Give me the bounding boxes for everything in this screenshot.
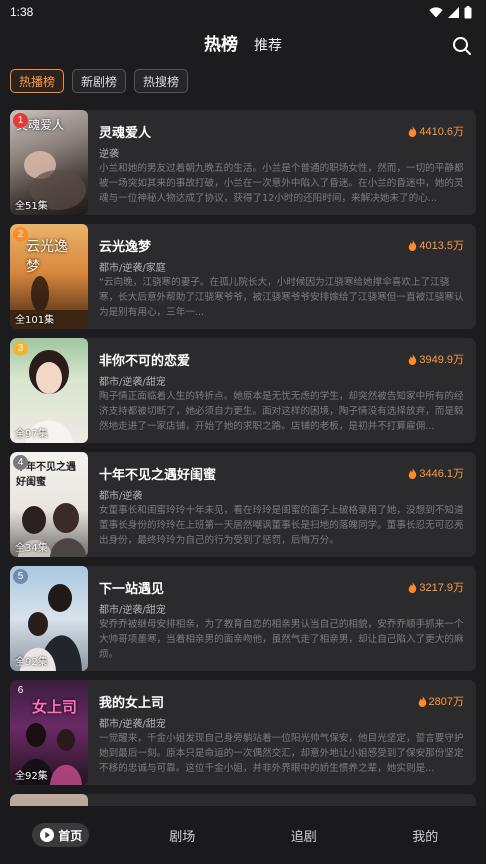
poster-title: 云光逸梦 — [26, 239, 68, 275]
rank-badge: 4 — [13, 455, 28, 470]
drama-poster[interactable] — [10, 794, 88, 806]
battery-icon — [464, 5, 472, 18]
heat-score: 4410.6万 — [408, 123, 464, 139]
heat-value: 3949.9万 — [419, 354, 464, 366]
drama-tags: 都市/逆袭/家庭 — [99, 263, 166, 274]
rank-badge: 1 — [13, 113, 28, 128]
nav-home[interactable]: 首页 — [0, 823, 122, 847]
nav-home-label: 首页 — [58, 828, 83, 843]
search-icon[interactable] — [452, 36, 472, 56]
episode-count: 全34集 — [15, 543, 48, 554]
status-bar: 1:38 — [0, 0, 486, 24]
nav-theater[interactable]: 剧场 — [122, 826, 244, 845]
flame-icon — [418, 695, 426, 707]
nav-following[interactable]: 追剧 — [243, 826, 365, 845]
drama-description: “云向晚，江骁寒的妻子。在孤儿院长大，小时候因为江骁寒给她撑伞喜欢上了江骁寒，长… — [99, 277, 464, 318]
drama-poster[interactable]: 5 全92集 — [10, 566, 88, 671]
drama-tags: 都市/逆袭/甜宠 — [99, 605, 166, 616]
heat-score: 3949.9万 — [408, 351, 464, 367]
play-circle-icon — [40, 828, 55, 842]
ranking-filter-chips: 热播榜 新剧榜 热搜榜 — [10, 69, 189, 93]
heat-value: 3446.1万 — [419, 468, 464, 480]
flame-icon — [409, 125, 417, 137]
heat-score: 3446.1万 — [408, 465, 464, 481]
tab-hot-list[interactable]: 热榜 — [204, 30, 238, 55]
cellular-signal-icon — [448, 6, 459, 18]
drama-title: 下一站遇见 — [99, 582, 165, 597]
rank-badge: 3 — [13, 341, 28, 356]
rank-badge: 6 — [17, 685, 24, 696]
poster-title: 女上司 — [32, 698, 78, 716]
drama-description: 安乔乔被继母安排相亲，为了教育自恋的相亲男认当自己的相貌，安乔乔顺手抓来一个大帅… — [99, 619, 464, 660]
drama-card[interactable]: 云光逸梦 2 全101集 云光逸梦 4013.5万 都市/逆袭/家庭 “云向晚，… — [10, 224, 476, 329]
nav-profile[interactable]: 我的 — [365, 826, 486, 845]
episode-count: 全97集 — [15, 429, 48, 440]
episode-count: 全101集 — [15, 315, 55, 326]
heat-score: 2807万 — [418, 693, 464, 709]
drama-title: 非你不可的恋爱 — [99, 354, 191, 369]
drama-tags: 都市/逆袭/甜宠 — [99, 377, 166, 388]
drama-card[interactable]: 十年不见之遇好闺蜜 4 全34集 十年不见之遇好闺蜜 3446.1万 都市/逆袭… — [10, 452, 476, 557]
drama-tags: 逆袭 — [99, 149, 119, 160]
drama-tags: 都市/逆袭/甜宠 — [99, 719, 166, 730]
chip-new-drama[interactable]: 新剧榜 — [72, 69, 127, 93]
bottom-navigation: 首页 剧场 追剧 我的 — [0, 806, 486, 864]
status-icons — [429, 5, 472, 19]
flame-icon — [409, 239, 417, 251]
drama-poster[interactable]: 灵魂爱人 1 全51集 — [10, 110, 88, 215]
heat-score: 4013.5万 — [408, 237, 464, 253]
drama-title: 灵魂爱人 — [99, 126, 152, 141]
heat-value: 4410.6万 — [419, 126, 464, 138]
status-time: 1:38 — [10, 5, 34, 19]
header-tabs: 热榜 推荐 — [0, 30, 486, 55]
drama-poster[interactable]: 云光逸梦 2 全101集 — [10, 224, 88, 329]
drama-description: 小兰和她的男友过着朝九晚五的生活。小兰是个普通的职场女性，然而，一切的平静都被一… — [99, 163, 464, 204]
drama-card[interactable] — [10, 794, 476, 806]
drama-ranking-list: 灵魂爱人 1 全51集 灵魂爱人 4410.6万 逆袭 小兰和她的男友过着朝九晚… — [0, 110, 486, 806]
drama-card[interactable]: 3 全97集 非你不可的恋爱 3949.9万 都市/逆袭/甜宠 陶子情正面临着人… — [10, 338, 476, 443]
rank-badge: 5 — [13, 569, 28, 584]
drama-poster[interactable]: 女上司 6 全92集 — [10, 680, 88, 785]
nav-home-pill[interactable]: 首页 — [32, 823, 90, 847]
heat-score: 3217.9万 — [408, 579, 464, 595]
drama-tags: 都市/逆袭 — [99, 491, 143, 502]
heat-value: 2807万 — [428, 696, 464, 708]
flame-icon — [409, 467, 417, 479]
drama-description: 女董事长和闺蜜玲玲十年未见，看在玲玲是闺蜜的面子上破格录用了她，没想到不知道董事… — [99, 505, 464, 546]
drama-title: 十年不见之遇好闺蜜 — [99, 468, 217, 483]
drama-card[interactable]: 女上司 6 全92集 我的女上司 2807万 都市/逆袭/甜宠 一觉醒来，千金小… — [10, 680, 476, 785]
drama-poster[interactable]: 3 全97集 — [10, 338, 88, 443]
tab-recommend[interactable]: 推荐 — [254, 35, 282, 55]
drama-card[interactable]: 灵魂爱人 1 全51集 灵魂爱人 4410.6万 逆袭 小兰和她的男友过着朝九晚… — [10, 110, 476, 215]
drama-title: 我的女上司 — [99, 696, 165, 711]
episode-count: 全51集 — [15, 201, 48, 212]
drama-description: 陶子情正面临着人生的转折点。她原本是无忧无虑的学生，却突然被告知家中所有的经济支… — [99, 391, 464, 432]
drama-description: 一觉醒来，千金小姐发现自己身旁躺站着一位阳光帅气保安，他目光坚定，誓言要守护她到… — [99, 733, 464, 774]
drama-title: 云光逸梦 — [99, 240, 152, 255]
rank-badge: 2 — [13, 227, 28, 242]
episode-count: 全92集 — [15, 771, 48, 782]
episode-count: 全92集 — [15, 657, 48, 668]
heat-value: 4013.5万 — [419, 240, 464, 252]
chip-hot-search[interactable]: 热搜榜 — [134, 69, 189, 93]
drama-poster[interactable]: 十年不见之遇好闺蜜 4 全34集 — [10, 452, 88, 557]
heat-value: 3217.9万 — [419, 582, 464, 594]
drama-card[interactable]: 5 全92集 下一站遇见 3217.9万 都市/逆袭/甜宠 安乔乔被继母安排相亲… — [10, 566, 476, 671]
flame-icon — [409, 581, 417, 593]
chip-hot-playing[interactable]: 热播榜 — [10, 69, 65, 93]
top-header: 热榜 推荐 — [0, 30, 486, 66]
flame-icon — [409, 353, 417, 365]
wifi-icon — [429, 6, 443, 17]
